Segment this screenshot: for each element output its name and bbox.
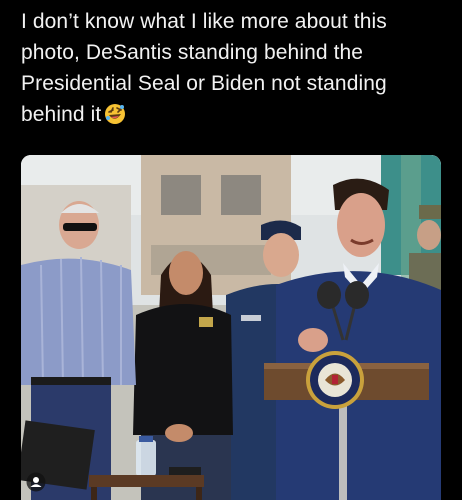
caption-line-4: behind it <box>21 99 451 130</box>
caption-line-3: Presidential Seal or Biden not standing <box>21 72 387 95</box>
rolling-on-floor-laughing-emoji <box>105 104 126 124</box>
caption-line-1: I don’t know what I like more about this <box>21 10 387 33</box>
person-tag-icon[interactable] <box>26 472 46 492</box>
caption-line-4-text: behind it <box>21 103 102 126</box>
post-caption: I don’t know what I like more about this… <box>21 6 451 130</box>
caption-line-2: photo, DeSantis standing behind the <box>21 41 364 64</box>
photo-scene <box>21 155 441 500</box>
presidential-seal-icon <box>306 351 364 409</box>
press-event-photo[interactable] <box>21 155 441 500</box>
